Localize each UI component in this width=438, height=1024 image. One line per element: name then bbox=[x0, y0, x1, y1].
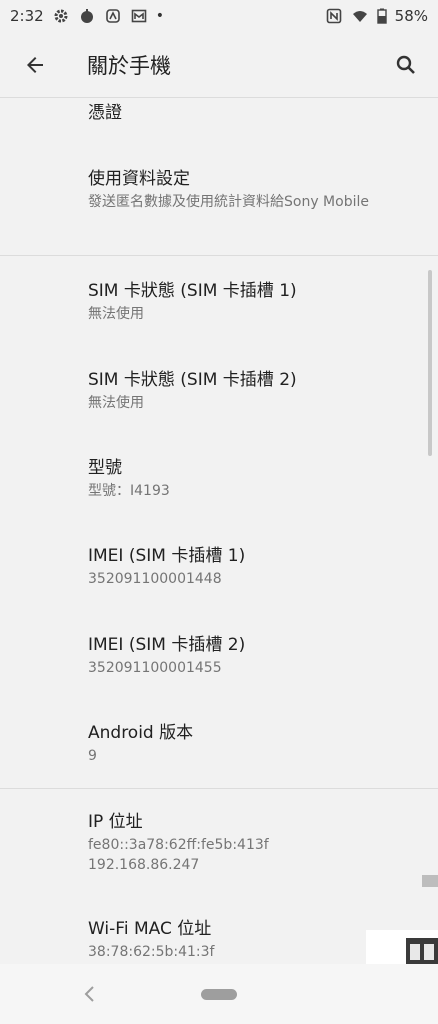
nav-home-button[interactable] bbox=[201, 989, 237, 1000]
app-icon bbox=[104, 7, 122, 25]
search-icon bbox=[396, 55, 415, 74]
status-bar: 2:32 • 58% bbox=[0, 0, 438, 32]
list-item-model[interactable]: 型號 型號：I4193 bbox=[88, 457, 408, 501]
item-title: 使用資料設定 bbox=[88, 169, 190, 189]
item-summary: 352091100001448 bbox=[88, 571, 222, 587]
list-item-imei-1[interactable]: IMEI (SIM 卡插槽 1) 352091100001448 bbox=[88, 545, 408, 589]
nav-back-button[interactable] bbox=[78, 982, 102, 1006]
item-title: SIM 卡狀態 (SIM 卡插槽 2) bbox=[88, 370, 297, 390]
item-title: 憑證 bbox=[88, 103, 122, 123]
item-title: 型號 bbox=[88, 458, 122, 478]
battery-percent: 58% bbox=[394, 7, 428, 25]
list-item-certificates[interactable]: 憑證 bbox=[88, 102, 408, 124]
mail-icon bbox=[130, 7, 148, 25]
status-left: 2:32 • bbox=[10, 7, 164, 25]
back-button[interactable] bbox=[0, 32, 70, 98]
list-item-ip-address[interactable]: IP 位址 fe80::3a78:62ff:fe5b:413f 192.168.… bbox=[88, 811, 408, 875]
scrollbar[interactable] bbox=[428, 270, 432, 456]
status-right: 58% bbox=[325, 7, 428, 25]
search-button[interactable] bbox=[376, 32, 436, 98]
item-title: SIM 卡狀態 (SIM 卡插槽 1) bbox=[88, 281, 297, 301]
page-title: 關於手機 bbox=[87, 53, 171, 78]
nfc-icon bbox=[325, 7, 343, 25]
list-item-android-version[interactable]: Android 版本 9 bbox=[88, 722, 408, 766]
item-summary: 發送匿名數據及使用統計資料給Sony Mobile bbox=[88, 194, 369, 210]
circle-icon bbox=[78, 7, 96, 25]
item-title: IMEI (SIM 卡插槽 1) bbox=[88, 546, 246, 566]
item-title: IP 位址 bbox=[88, 812, 143, 832]
settings-icon bbox=[52, 7, 70, 25]
item-summary: 192.168.86.247 bbox=[88, 857, 200, 873]
item-summary: 9 bbox=[88, 748, 97, 764]
navigation-bar bbox=[0, 964, 438, 1024]
divider bbox=[0, 788, 438, 789]
item-summary: 無法使用 bbox=[88, 395, 144, 411]
item-title: IMEI (SIM 卡插槽 2) bbox=[88, 635, 246, 655]
app-bar: 關於手機 bbox=[0, 32, 438, 98]
battery-icon bbox=[376, 7, 387, 25]
image-fragment bbox=[422, 875, 438, 887]
wifi-icon bbox=[351, 7, 369, 25]
divider bbox=[0, 255, 438, 256]
item-summary: fe80::3a78:62ff:fe5b:413f bbox=[88, 837, 269, 853]
settings-list[interactable]: 憑證 使用資料設定 發送匿名數據及使用統計資料給Sony Mobile SIM … bbox=[0, 98, 438, 964]
list-item-imei-2[interactable]: IMEI (SIM 卡插槽 2) 352091100001455 bbox=[88, 634, 408, 678]
list-item-sim-status-2[interactable]: SIM 卡狀態 (SIM 卡插槽 2) 無法使用 bbox=[88, 369, 408, 413]
notification-dot: • bbox=[155, 8, 164, 24]
list-item-wifi-mac[interactable]: Wi-Fi MAC 位址 38:78:62:5b:41:3f bbox=[88, 918, 408, 962]
item-summary: 38:78:62:5b:41:3f bbox=[88, 944, 215, 960]
list-item-sim-status-1[interactable]: SIM 卡狀態 (SIM 卡插槽 1) 無法使用 bbox=[88, 280, 408, 324]
item-summary: 無法使用 bbox=[88, 306, 144, 322]
arrow-back-icon bbox=[27, 56, 43, 73]
list-item-usage-data[interactable]: 使用資料設定 發送匿名數據及使用統計資料給Sony Mobile bbox=[88, 168, 408, 212]
item-summary: 型號：I4193 bbox=[88, 483, 170, 499]
item-title: Wi-Fi MAC 位址 bbox=[88, 919, 212, 939]
item-summary: 352091100001455 bbox=[88, 660, 222, 676]
status-time: 2:32 bbox=[10, 7, 44, 25]
chevron-left-icon bbox=[84, 986, 94, 1002]
item-title: Android 版本 bbox=[88, 723, 194, 743]
